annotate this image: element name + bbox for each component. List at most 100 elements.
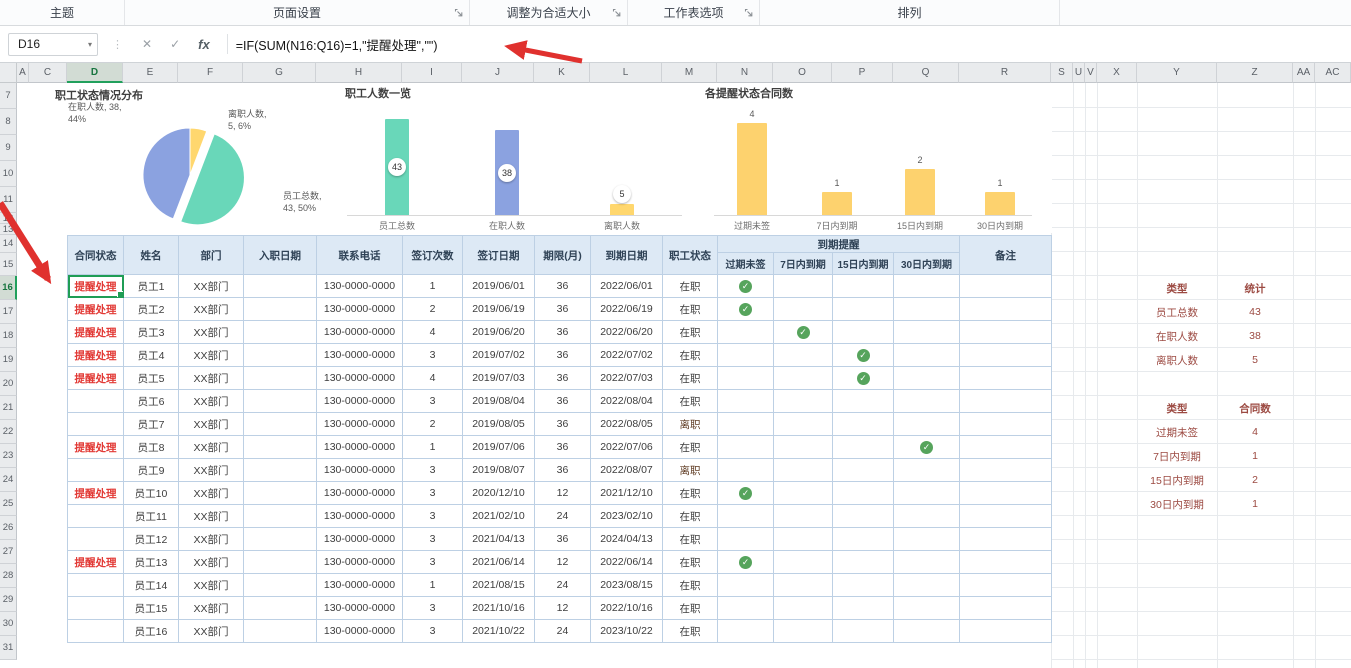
cell-term-months[interactable]: 36 [534, 412, 591, 436]
cell-term-months[interactable]: 24 [534, 504, 591, 528]
cell-reminder-2[interactable] [832, 596, 894, 620]
cell-term-months[interactable]: 36 [534, 320, 591, 344]
cell-reminder-0[interactable] [717, 527, 774, 551]
cell-reminder-1[interactable] [773, 596, 833, 620]
cell-phone[interactable]: 130-0000-0000 [316, 343, 403, 367]
cell-department[interactable]: XX部门 [178, 320, 244, 344]
cell-sign-date[interactable]: 2021/04/13 [462, 527, 535, 551]
cell-reminder-2[interactable] [832, 527, 894, 551]
cell-contract-status[interactable]: 提醒处理 [67, 274, 124, 298]
cell-name[interactable]: 员工4 [123, 343, 179, 367]
cell-reminder-0[interactable]: ✓ [717, 550, 774, 574]
column-header-P[interactable]: P [832, 63, 893, 83]
cell-employee-status[interactable]: 在职 [662, 297, 718, 321]
col-30day[interactable]: 30日内到期 [893, 252, 960, 275]
column-header-E[interactable]: E [123, 63, 178, 83]
column-header-M[interactable]: M [662, 63, 717, 83]
cell-reminder-1[interactable]: ✓ [773, 320, 833, 344]
cell-phone[interactable]: 130-0000-0000 [316, 320, 403, 344]
summary-label-cell[interactable]: 30日内到期 [1137, 492, 1217, 516]
dialog-launcher-icon[interactable] [454, 8, 464, 18]
cell-reminder-3[interactable] [893, 389, 960, 413]
cell-name[interactable]: 员工10 [123, 481, 179, 505]
cell-reminder-3[interactable] [893, 412, 960, 436]
cell-term-months[interactable]: 12 [534, 481, 591, 505]
cell-reminder-1[interactable] [773, 458, 833, 482]
cell-hire-date[interactable] [243, 596, 317, 620]
cell-reminder-1[interactable] [773, 619, 833, 643]
cell-sign-count[interactable]: 1 [402, 573, 463, 597]
cell-expire-date[interactable]: 2022/07/03 [590, 366, 663, 390]
row-header-16[interactable]: 16 [0, 276, 17, 300]
cell-phone[interactable]: 130-0000-0000 [316, 389, 403, 413]
cell-name[interactable]: 员工7 [123, 412, 179, 436]
row-header-24[interactable]: 24 [0, 468, 17, 492]
cell-expire-date[interactable]: 2022/07/06 [590, 435, 663, 459]
cell-term-months[interactable]: 36 [534, 274, 591, 298]
row-header-10[interactable]: 10 [0, 161, 17, 187]
cancel-icon[interactable]: ✕ [142, 37, 152, 51]
summary-label-cell[interactable]: 员工总数 [1137, 300, 1217, 324]
cell-reminder-3[interactable] [893, 458, 960, 482]
row-header-22[interactable]: 22 [0, 420, 17, 444]
cell-term-months[interactable]: 24 [534, 573, 591, 597]
summary-value-cell[interactable]: 38 [1217, 324, 1293, 348]
cell-sign-date[interactable]: 2021/08/15 [462, 573, 535, 597]
cell-employee-status[interactable]: 在职 [662, 389, 718, 413]
column-header-H[interactable]: H [316, 63, 402, 83]
cell-name[interactable]: 员工15 [123, 596, 179, 620]
cell-reminder-2[interactable] [832, 389, 894, 413]
cell-reminder-3[interactable] [893, 366, 960, 390]
cell-reminder-1[interactable] [773, 343, 833, 367]
row-header-25[interactable]: 25 [0, 492, 17, 516]
cell-contract-status[interactable] [67, 504, 124, 528]
cell-reminder-2[interactable] [832, 320, 894, 344]
cell-notes[interactable] [959, 366, 1052, 390]
row-header-28[interactable]: 28 [0, 564, 17, 588]
column-header-X[interactable]: X [1097, 63, 1137, 83]
cell-name[interactable]: 员工12 [123, 527, 179, 551]
summary-value-cell[interactable]: 统计 [1217, 276, 1293, 300]
name-box-dropdown-icon[interactable]: ▾ [88, 40, 92, 49]
cell-reminder-0[interactable] [717, 596, 774, 620]
cell-employee-status[interactable]: 在职 [662, 274, 718, 298]
cell-reminder-2[interactable] [832, 435, 894, 459]
cell-department[interactable]: XX部门 [178, 596, 244, 620]
cell-hire-date[interactable] [243, 343, 317, 367]
cell-employee-status[interactable]: 离职 [662, 412, 718, 436]
cell-phone[interactable]: 130-0000-0000 [316, 458, 403, 482]
cell-reminder-3[interactable]: ✓ [893, 435, 960, 459]
cell-phone[interactable]: 130-0000-0000 [316, 504, 403, 528]
column-header-A[interactable]: A [17, 63, 29, 83]
column-header-V[interactable]: V [1085, 63, 1097, 83]
cell-name[interactable]: 员工5 [123, 366, 179, 390]
cell-reminder-1[interactable] [773, 527, 833, 551]
column-header-F[interactable]: F [178, 63, 243, 83]
cell-sign-date[interactable]: 2019/07/02 [462, 343, 535, 367]
cell-notes[interactable] [959, 389, 1052, 413]
cell-reminder-3[interactable] [893, 619, 960, 643]
cell-notes[interactable] [959, 573, 1052, 597]
cell-reminder-3[interactable] [893, 481, 960, 505]
cell-expire-date[interactable]: 2023/10/22 [590, 619, 663, 643]
cell-expire-date[interactable]: 2021/12/10 [590, 481, 663, 505]
ribbon-group-3[interactable]: 调整为合适大小 [470, 0, 628, 25]
cell-reminder-2[interactable] [832, 412, 894, 436]
cell-reminder-1[interactable] [773, 389, 833, 413]
cell-department[interactable]: XX部门 [178, 504, 244, 528]
cell-hire-date[interactable] [243, 389, 317, 413]
summary-label-cell[interactable]: 类型 [1137, 276, 1217, 300]
cell-hire-date[interactable] [243, 504, 317, 528]
cell-contract-status[interactable] [67, 412, 124, 436]
cell-hire-date[interactable] [243, 619, 317, 643]
row-header-12[interactable]: 12 [0, 213, 17, 224]
cell-notes[interactable] [959, 596, 1052, 620]
cell-hire-date[interactable] [243, 573, 317, 597]
cell-reminder-3[interactable] [893, 343, 960, 367]
cell-reminder-2[interactable] [832, 274, 894, 298]
cell-reminder-2[interactable]: ✓ [832, 343, 894, 367]
row-header-8[interactable]: 8 [0, 109, 17, 135]
cell-reminder-2[interactable] [832, 504, 894, 528]
cell-term-months[interactable]: 36 [534, 297, 591, 321]
column-header-G[interactable]: G [243, 63, 316, 83]
